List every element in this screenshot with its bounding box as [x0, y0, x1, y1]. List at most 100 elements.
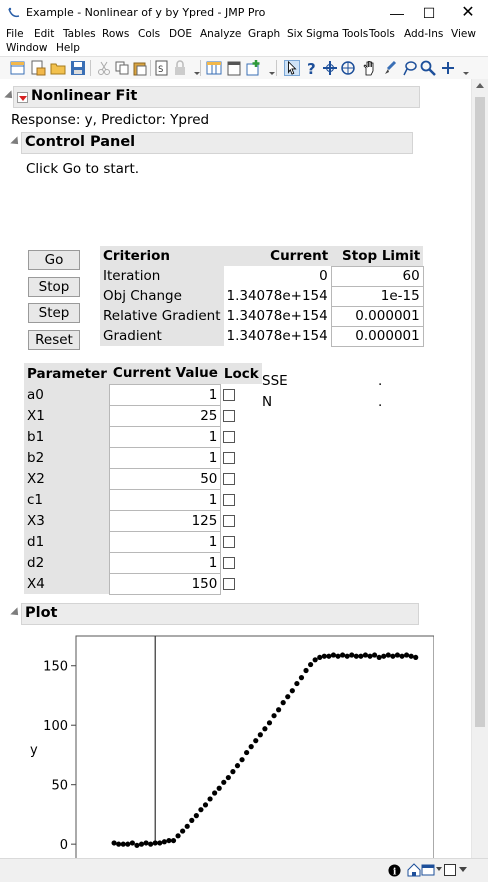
lock-checkbox[interactable]	[223, 388, 236, 401]
vertical-scrollbar[interactable]	[471, 79, 488, 858]
lock-checkbox[interactable]	[223, 430, 236, 443]
lock-icon[interactable]	[172, 60, 188, 76]
scrollbar-thumb[interactable]	[475, 97, 485, 727]
parameter-value-field[interactable]: 125	[109, 509, 222, 532]
parameter-value-field[interactable]: 1	[109, 383, 222, 406]
window-list-icon[interactable]	[421, 863, 435, 877]
parameter-value-field[interactable]: 25	[109, 404, 222, 427]
parameter-value-field[interactable]: 1	[109, 488, 222, 511]
menu-cols[interactable]: Cols	[138, 28, 160, 40]
reset-button[interactable]: Reset	[28, 330, 80, 350]
data-point	[308, 661, 314, 668]
stop-limit-field[interactable]: 0.000001	[330, 325, 424, 347]
magnifier-icon[interactable]	[420, 60, 436, 76]
lock-cell	[221, 552, 262, 573]
report-content: Nonlinear Fit Response: y, Predictor: Yp…	[0, 79, 471, 858]
parameter-value-field[interactable]: 1	[109, 530, 222, 553]
parameter-row: X1 25	[24, 404, 262, 427]
parameter-value-field[interactable]: 1	[109, 425, 222, 448]
paste-icon[interactable]	[132, 60, 148, 76]
step-button[interactable]: Step	[28, 303, 80, 323]
menu-add-ins[interactable]: Add-Ins	[404, 28, 443, 40]
data-grid-icon[interactable]	[206, 60, 222, 76]
parameter-value-field[interactable]: 150	[109, 572, 222, 595]
target-icon[interactable]	[340, 60, 356, 76]
script-icon[interactable]: S	[154, 60, 170, 76]
menu-rows[interactable]: Rows	[102, 28, 129, 40]
brush-icon[interactable]	[382, 60, 398, 76]
stop-limit-field[interactable]: 0.000001	[330, 305, 424, 327]
go-button[interactable]: Go	[28, 250, 80, 270]
title-bar: Example - Nonlinear of y by Ypred - JMP …	[0, 0, 488, 27]
stop-limit-field[interactable]: 1e-15	[330, 285, 424, 307]
plus-icon[interactable]	[440, 60, 456, 76]
menu-view[interactable]: View	[451, 28, 476, 40]
journal-icon[interactable]	[226, 60, 242, 76]
help-icon[interactable]: ?	[304, 60, 320, 76]
plot-area[interactable]	[75, 635, 434, 858]
stop-limit-header: Stop Limit	[331, 246, 424, 266]
add-graph-icon[interactable]	[246, 60, 262, 76]
dropdown-arrow-icon[interactable]	[436, 867, 442, 871]
stop-button[interactable]: Stop	[28, 277, 80, 297]
disclosure-triangle-icon[interactable]	[10, 607, 22, 619]
menu-tools[interactable]: Tools	[369, 28, 395, 40]
data-point	[399, 653, 405, 659]
parameter-rows: a0 1 X1 25 b1 1 b2 1 X2 50 c1 1 X3 125 d1 1 d2 1 X4 150	[24, 383, 262, 595]
crosshair-icon[interactable]	[322, 60, 338, 76]
lock-checkbox[interactable]	[223, 556, 236, 569]
save-icon[interactable]	[70, 60, 86, 76]
menu-analyze[interactable]: Analyze	[200, 28, 241, 40]
new-script-icon[interactable]	[30, 60, 46, 76]
window-state-icon[interactable]	[444, 864, 456, 876]
new-data-table-icon[interactable]	[10, 60, 26, 76]
criterion-header-row: Criterion Current Stop Limit	[100, 246, 424, 266]
dropdown-arrow-icon[interactable]	[264, 60, 280, 76]
parameter-name: X3	[24, 510, 110, 531]
menu-edit[interactable]: Edit	[34, 28, 54, 40]
scroll-up-icon[interactable]	[476, 83, 484, 88]
info-icon[interactable]: i	[388, 864, 401, 877]
lock-cell	[221, 384, 262, 405]
dropdown-arrow-icon[interactable]	[189, 60, 205, 76]
open-folder-icon[interactable]	[50, 60, 66, 76]
menu-six-sigma-tools[interactable]: Six Sigma Tools	[287, 28, 368, 40]
lasso-icon[interactable]	[402, 60, 418, 76]
control-panel-header[interactable]: Control Panel	[21, 132, 413, 154]
data-point	[285, 694, 291, 700]
close-icon[interactable]: ✕	[450, 0, 486, 26]
lock-checkbox[interactable]	[223, 493, 236, 506]
hand-grabber-icon[interactable]	[362, 60, 378, 76]
nonlinear-plot[interactable]: 050100150050100150200y	[24, 629, 434, 858]
nonlinear-fit-header[interactable]: Nonlinear Fit	[13, 86, 420, 108]
home-icon[interactable]	[407, 863, 421, 877]
lock-checkbox[interactable]	[223, 472, 236, 485]
parameter-row: X2 50	[24, 467, 262, 490]
menu-tables[interactable]: Tables	[63, 28, 96, 40]
lock-checkbox[interactable]	[223, 577, 236, 590]
parameter-value-field[interactable]: 1	[109, 551, 222, 574]
dropdown-arrow-icon[interactable]	[458, 60, 474, 76]
menu-doe[interactable]: DOE	[169, 28, 192, 40]
menu-window[interactable]: Window	[6, 42, 47, 54]
lock-checkbox[interactable]	[223, 514, 236, 527]
menu-file[interactable]: File	[6, 28, 24, 40]
menu-graph[interactable]: Graph	[248, 28, 280, 40]
dropdown-arrow-icon[interactable]	[459, 867, 467, 872]
red-triangle-menu-icon[interactable]	[17, 92, 28, 103]
parameter-value-field[interactable]: 1	[109, 446, 222, 469]
cut-icon[interactable]	[96, 60, 112, 76]
lock-checkbox[interactable]	[223, 409, 236, 422]
minimize-icon[interactable]: —	[379, 0, 415, 26]
disclosure-triangle-icon[interactable]	[10, 136, 22, 148]
data-point	[125, 841, 131, 847]
stop-limit-field[interactable]: 60	[330, 265, 424, 287]
lock-checkbox[interactable]	[223, 451, 236, 464]
lock-checkbox[interactable]	[223, 535, 236, 548]
plot-header[interactable]: Plot	[21, 603, 419, 625]
menu-help[interactable]: Help	[56, 42, 80, 54]
arrow-cursor-icon[interactable]	[284, 60, 300, 76]
copy-icon[interactable]	[114, 60, 130, 76]
parameter-value-field[interactable]: 50	[109, 467, 222, 490]
maximize-icon[interactable]: ☐	[411, 0, 447, 26]
